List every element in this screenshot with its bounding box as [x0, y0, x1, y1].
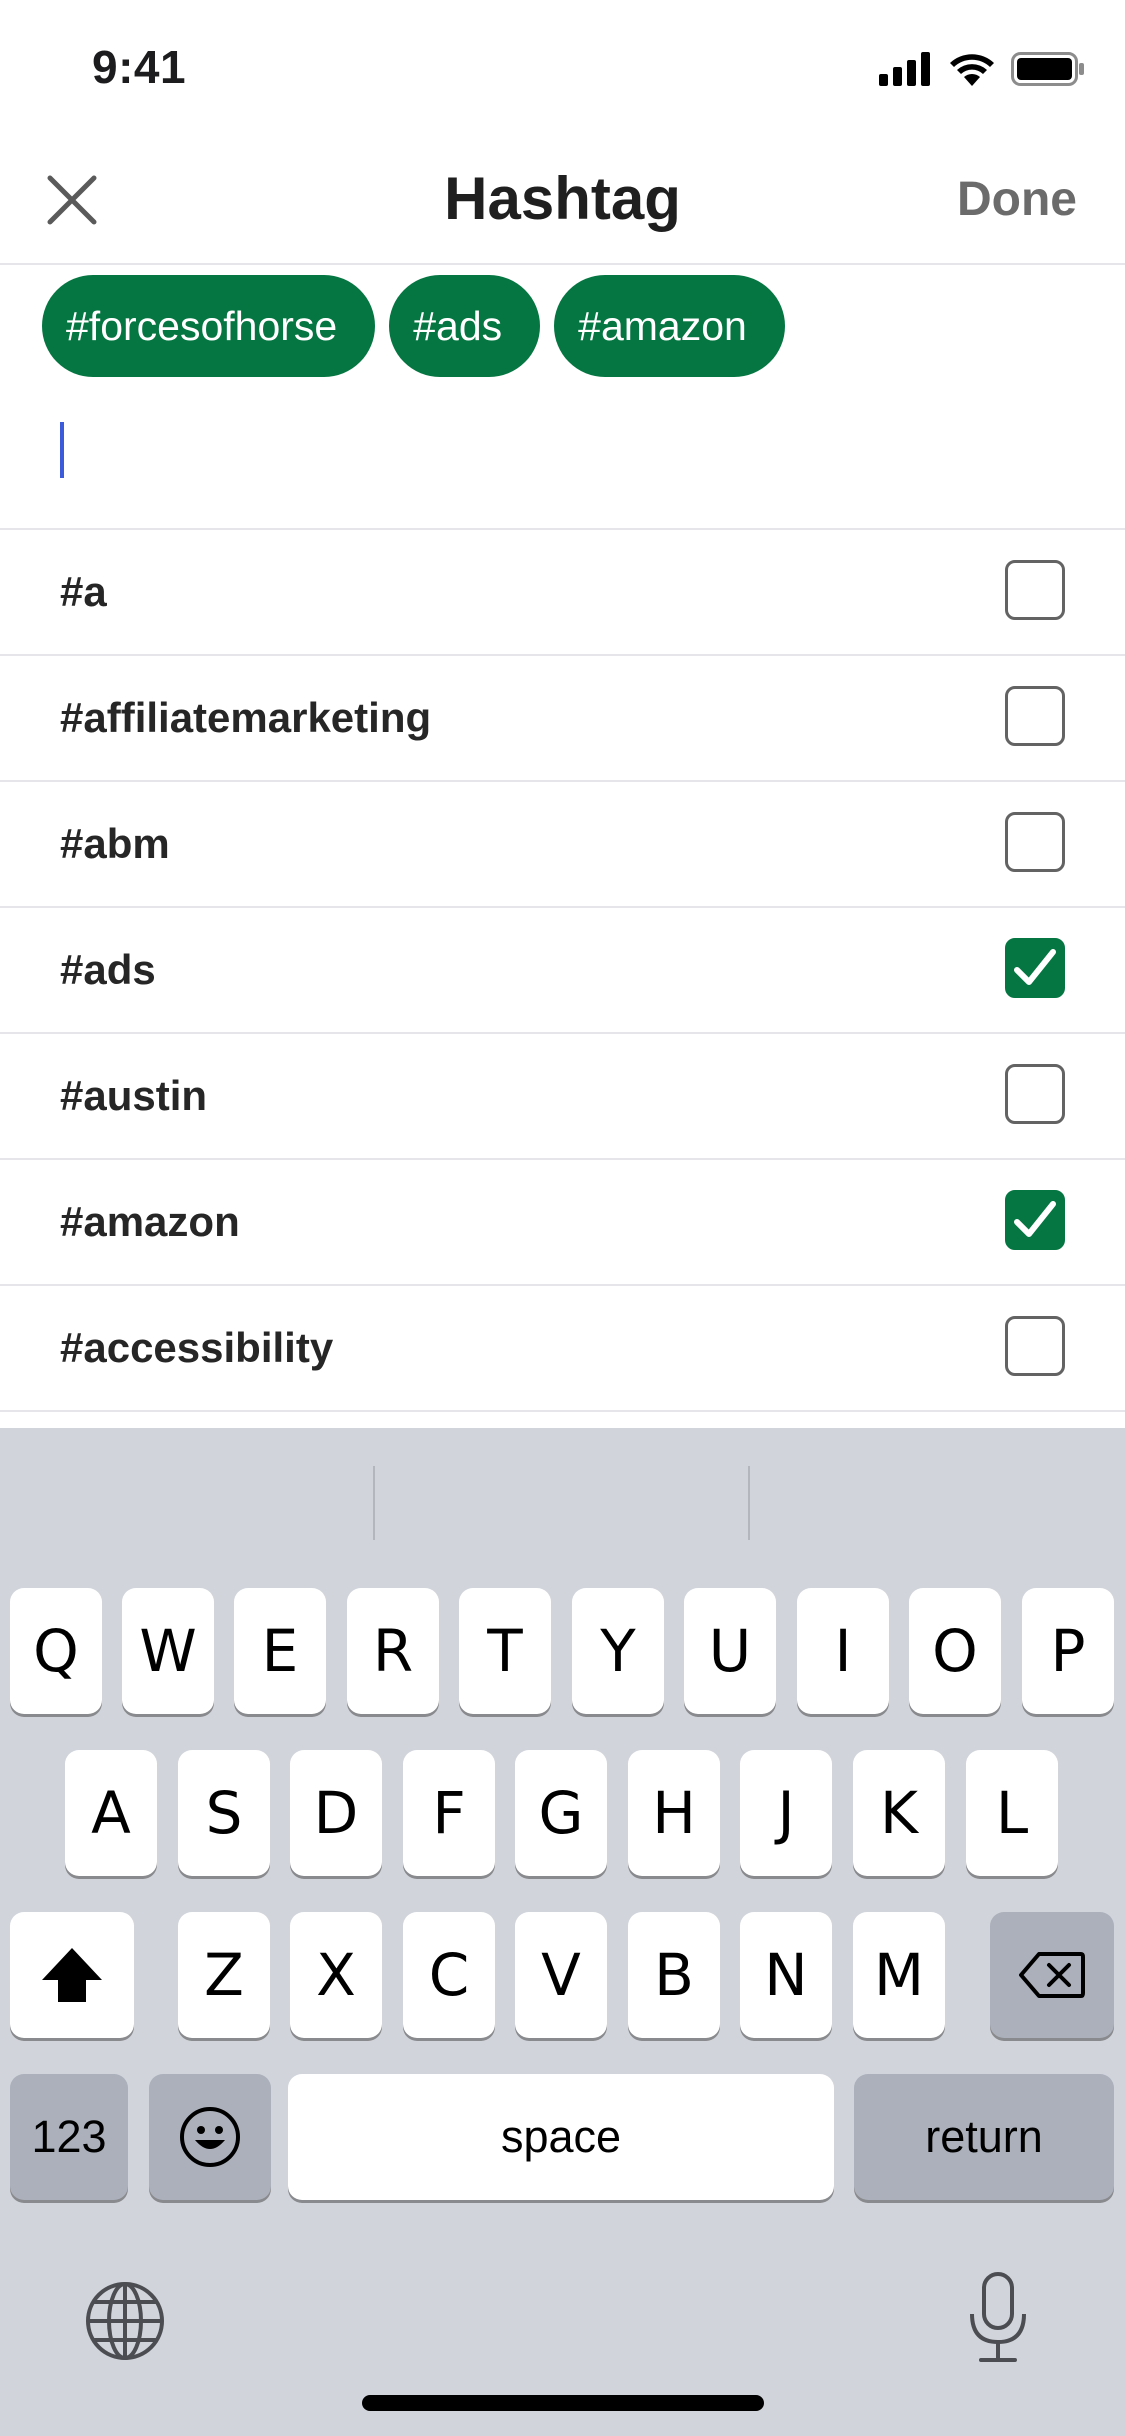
list-item[interactable]: #amazon: [0, 1160, 1125, 1286]
key[interactable]: I: [797, 1588, 889, 1714]
divider: [748, 1466, 750, 1540]
hashtag-chip[interactable]: #amazon: [554, 275, 785, 377]
key[interactable]: U: [684, 1588, 776, 1714]
list-item-label: #affiliatemarketing: [60, 694, 432, 741]
list-item-label: #ads: [60, 946, 156, 993]
shift-icon: [42, 1948, 102, 2002]
key[interactable]: D: [290, 1750, 382, 1876]
list-item[interactable]: #accessibility: [0, 1286, 1125, 1412]
hashtag-chip[interactable]: #ads: [389, 275, 541, 377]
key[interactable]: Q: [10, 1588, 102, 1714]
shift-key[interactable]: [10, 1912, 134, 2038]
checkbox[interactable]: [1005, 1190, 1065, 1250]
list-item-label: #amazon: [60, 1198, 240, 1245]
key[interactable]: G: [515, 1750, 607, 1876]
list-item-label: #a: [60, 568, 107, 615]
selected-hashtags: #forcesofhorse #ads #amazon: [42, 275, 785, 377]
list-item[interactable]: #affiliatemarketing: [0, 656, 1125, 782]
key[interactable]: F: [403, 1750, 495, 1876]
key[interactable]: M: [853, 1912, 945, 2038]
list-item[interactable]: #abm: [0, 782, 1125, 908]
checkbox[interactable]: [1005, 938, 1065, 998]
globe-icon: [86, 2282, 164, 2360]
backspace-key[interactable]: [990, 1912, 1114, 2038]
return-key[interactable]: return: [854, 2074, 1114, 2200]
checkmark-icon: [1014, 949, 1056, 985]
key[interactable]: V: [515, 1912, 607, 2038]
done-button[interactable]: Done: [957, 172, 1077, 227]
checkbox[interactable]: [1005, 560, 1065, 620]
key[interactable]: C: [403, 1912, 495, 2038]
key[interactable]: O: [909, 1588, 1001, 1714]
nav-header: Hashtag Done: [0, 140, 1125, 265]
key[interactable]: H: [628, 1750, 720, 1876]
status-bar: 9:41: [0, 0, 1125, 140]
microphone-icon: [970, 2272, 1026, 2362]
key[interactable]: W: [122, 1588, 214, 1714]
list-item[interactable]: #austin: [0, 1034, 1125, 1160]
status-time: 9:41: [92, 41, 187, 93]
key[interactable]: S: [178, 1750, 270, 1876]
checkbox[interactable]: [1005, 1316, 1065, 1376]
key[interactable]: E: [234, 1588, 326, 1714]
checkbox[interactable]: [1005, 812, 1065, 872]
key[interactable]: J: [740, 1750, 832, 1876]
list-item-label: #accessibility: [60, 1324, 334, 1371]
emoji-icon: [180, 2107, 240, 2167]
checkmark-icon: [1014, 1201, 1056, 1237]
cellular-signal-icon: [879, 51, 933, 91]
wifi-icon: [949, 52, 995, 91]
key[interactable]: N: [740, 1912, 832, 2038]
globe-button[interactable]: [82, 2278, 168, 2364]
divider: [373, 1466, 375, 1540]
space-key[interactable]: space: [288, 2074, 834, 2200]
predictive-text-bar: [0, 1428, 1125, 1578]
hashtag-input[interactable]: [0, 400, 1125, 530]
battery-icon: [1011, 51, 1085, 91]
dictation-button[interactable]: [958, 2268, 1038, 2368]
list-item[interactable]: #a: [0, 530, 1125, 656]
hashtag-suggestion-list: #a #affiliatemarketing #abm #ads #austin…: [0, 528, 1125, 1412]
numbers-key[interactable]: 123: [10, 2074, 128, 2200]
key[interactable]: B: [628, 1912, 720, 2038]
key[interactable]: A: [65, 1750, 157, 1876]
list-item-label: #abm: [60, 820, 170, 867]
text-caret: [60, 422, 64, 478]
key[interactable]: X: [290, 1912, 382, 2038]
key[interactable]: Y: [572, 1588, 664, 1714]
key[interactable]: R: [347, 1588, 439, 1714]
key[interactable]: Z: [178, 1912, 270, 2038]
key[interactable]: K: [853, 1750, 945, 1876]
list-item-label: #austin: [60, 1072, 208, 1119]
hashtag-chip[interactable]: #forcesofhorse: [42, 275, 376, 377]
key[interactable]: T: [459, 1588, 551, 1714]
home-indicator[interactable]: [362, 2395, 764, 2411]
backspace-icon: [1019, 1952, 1085, 1998]
emoji-key[interactable]: [149, 2074, 271, 2200]
status-icons: [879, 48, 1085, 94]
keyboard: Q W E R T Y U I O P A S D F G H J K L Z …: [0, 1428, 1125, 2436]
key[interactable]: P: [1022, 1588, 1114, 1714]
checkbox[interactable]: [1005, 1064, 1065, 1124]
list-item[interactable]: #ads: [0, 908, 1125, 1034]
checkbox[interactable]: [1005, 686, 1065, 746]
key[interactable]: L: [966, 1750, 1058, 1876]
